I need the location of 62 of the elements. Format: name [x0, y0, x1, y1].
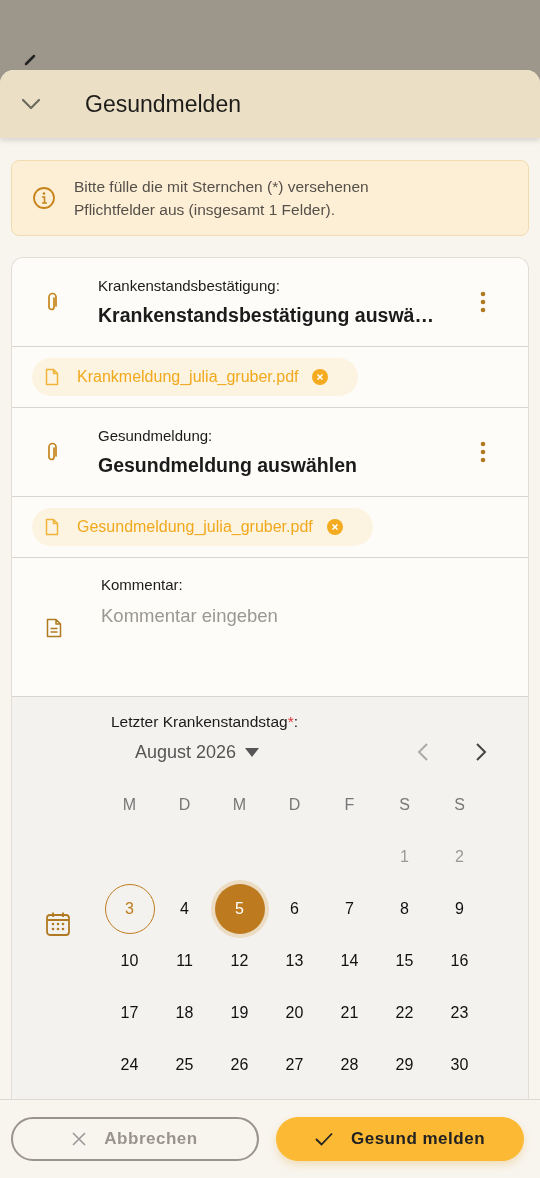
month-dropdown[interactable]: August 2026 [135, 741, 260, 763]
calendar-day[interactable]: 18 [159, 988, 210, 1038]
next-month-icon[interactable] [475, 742, 487, 762]
document-icon [46, 618, 62, 638]
calendar-day[interactable]: 4 [159, 884, 210, 934]
comment-field[interactable]: Kommentar eingeben [101, 605, 401, 627]
field-label: Krankenstandsbestätigung: [98, 277, 281, 294]
weekday-label: D [177, 795, 192, 815]
calendar-icon [45, 911, 71, 937]
calendar-day[interactable]: 10 [104, 936, 155, 986]
confirm-button[interactable]: Gesund melden [276, 1117, 524, 1161]
calendar-day[interactable]: 23 [434, 988, 485, 1038]
calendar-day[interactable]: 21 [324, 988, 375, 1038]
caret-icon [245, 747, 260, 757]
field-label: Kommentar: [101, 576, 184, 593]
calendar-day[interactable]: 9 [434, 884, 485, 934]
file-icon [45, 368, 59, 386]
weekday-label: S [398, 795, 411, 815]
remove-icon[interactable] [326, 519, 343, 535]
calendar-day[interactable]: 22 [379, 988, 430, 1038]
field-label: Gesundmeldung: [98, 427, 214, 444]
calendar-day[interactable]: 16 [434, 936, 485, 986]
weekday-label: D [287, 795, 302, 815]
calendar-day[interactable]: 7 [324, 884, 375, 934]
sheet-title: Gesundmelden [85, 90, 241, 118]
file-select-field[interactable]: Krankenstandsbestätigung auswä… [98, 304, 480, 327]
chevron-down-icon[interactable] [21, 98, 41, 110]
field-label: Letzter Krankenstandstag*: [111, 713, 299, 731]
weekday-label: M [121, 795, 138, 815]
calendar-day[interactable]: 24 [104, 1040, 155, 1090]
calendar-day[interactable]: 26 [214, 1040, 265, 1090]
calendar-day[interactable]: 20 [269, 988, 320, 1038]
calendar-day[interactable]: 25 [159, 1040, 210, 1090]
file-select-field[interactable]: Gesundmeldung auswählen [98, 454, 480, 477]
calendar-day[interactable]: 5 [214, 884, 265, 934]
file-icon [45, 518, 59, 536]
calendar-day[interactable]: 13 [269, 936, 320, 986]
paperclip-icon [46, 292, 58, 312]
more-icon[interactable] [480, 441, 486, 463]
checkmark-icon [315, 1132, 333, 1146]
close-icon [72, 1132, 87, 1146]
calendar-day[interactable]: 17 [104, 988, 155, 1038]
more-icon[interactable] [480, 291, 486, 313]
weekday-label: M [231, 795, 248, 815]
calendar-day[interactable]: 6 [269, 884, 320, 934]
info-icon [32, 186, 56, 210]
calendar-day[interactable]: 8 [379, 884, 430, 934]
remove-icon[interactable] [312, 369, 329, 385]
calendar-day[interactable]: 30 [434, 1040, 485, 1090]
notice-text: Bitte fülle die mit Sternchen (*) versehenen Pflichtfelder aus (insgesamt 1 Felder). [74, 177, 370, 220]
weekday-label: S [453, 795, 466, 815]
previous-month-icon[interactable] [417, 742, 429, 762]
calendar-day[interactable]: 28 [324, 1040, 375, 1090]
calendar-day[interactable]: 29 [379, 1040, 430, 1090]
calendar-day[interactable]: 11 [159, 936, 210, 986]
calendar-day[interactable]: 14 [324, 936, 375, 986]
calendar-day[interactable]: 15 [379, 936, 430, 986]
paperclip-icon [46, 442, 58, 462]
calendar-day[interactable]: 27 [269, 1040, 320, 1090]
calendar-day[interactable]: 19 [214, 988, 265, 1038]
weekday-label: F [343, 795, 356, 815]
calendar-day[interactable]: 12 [214, 936, 265, 986]
